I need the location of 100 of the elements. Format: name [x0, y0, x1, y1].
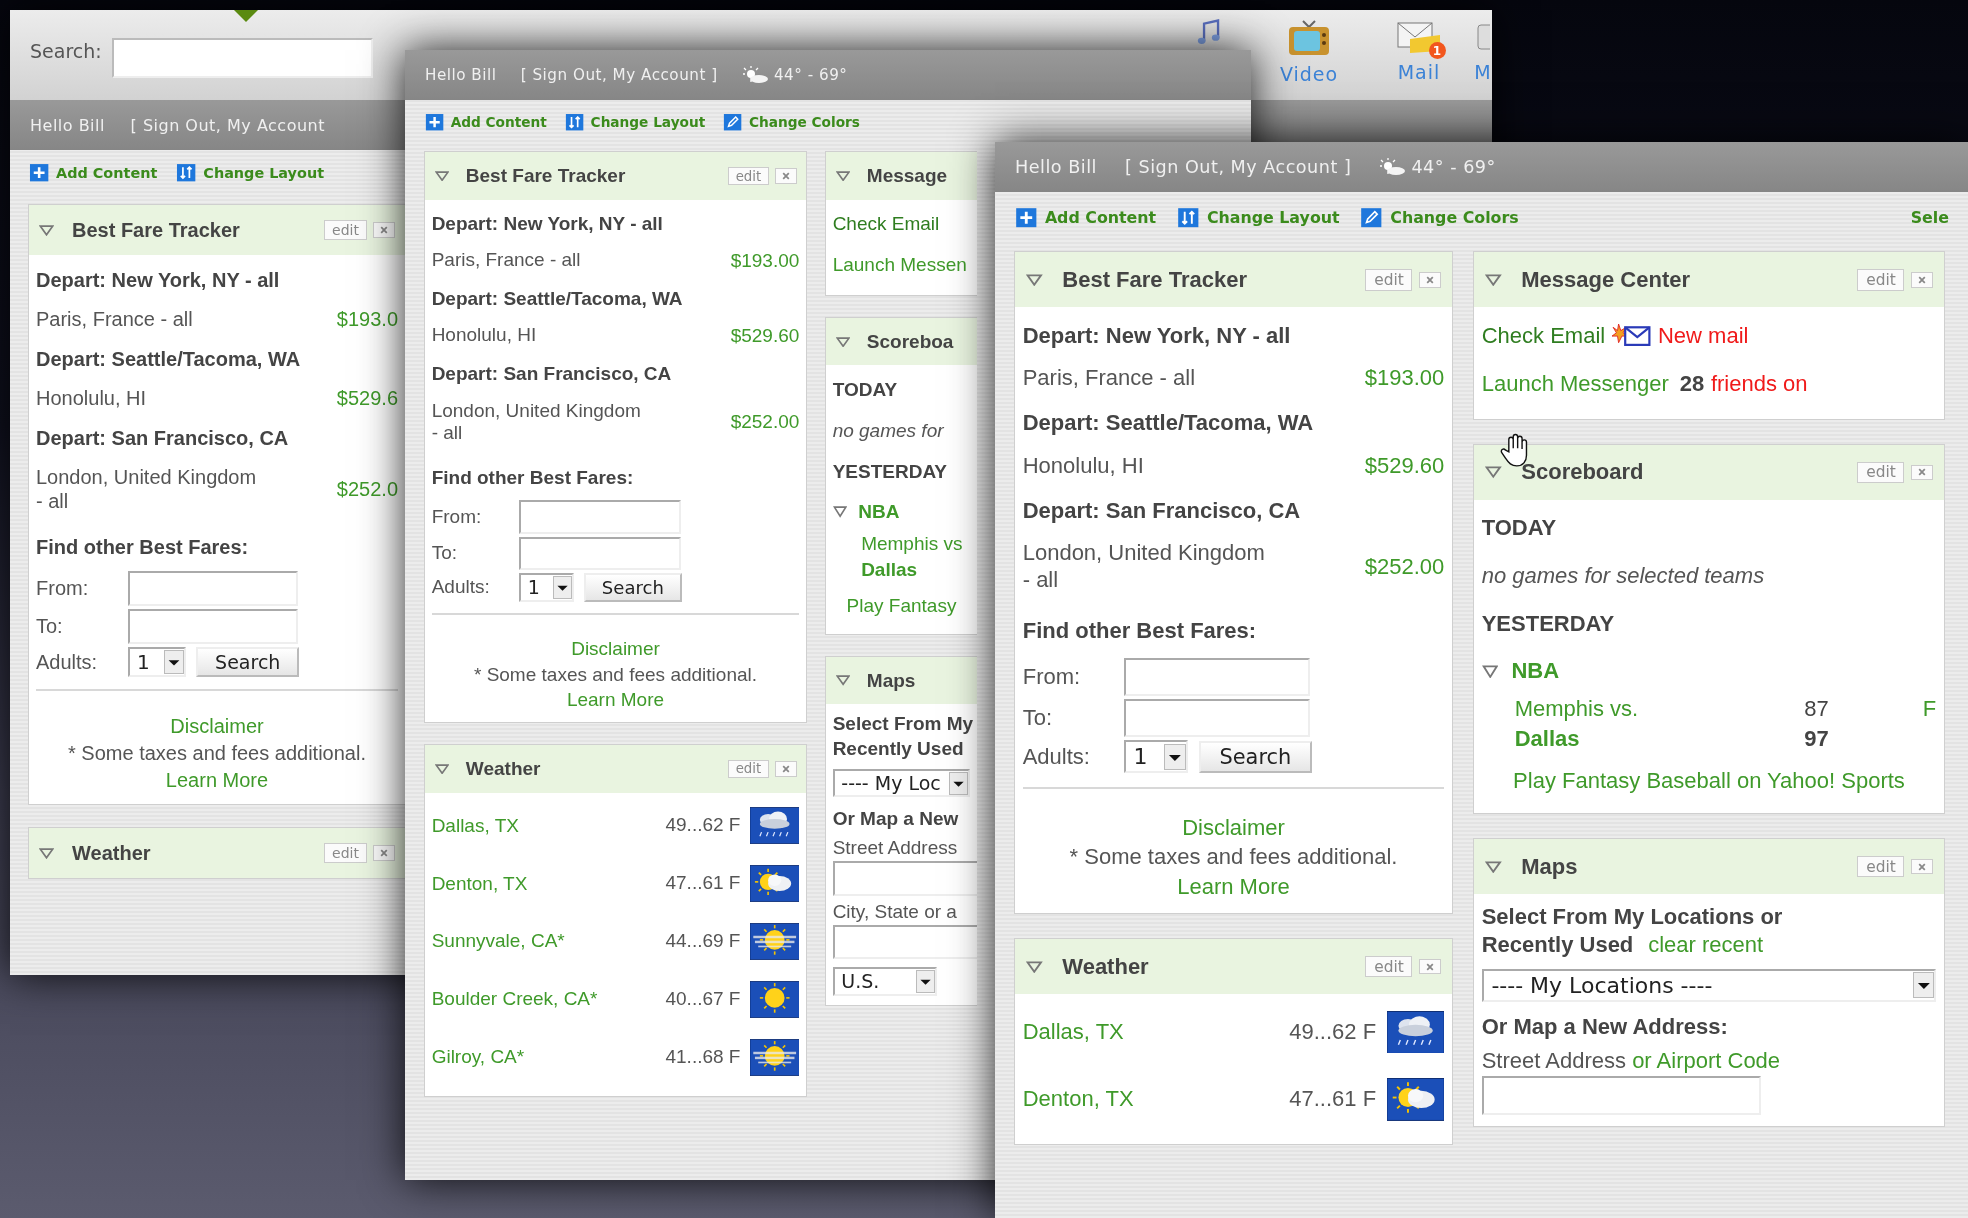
search-field[interactable] — [111, 38, 373, 78]
league-name[interactable]: NBA — [1511, 658, 1560, 685]
destination-text: Honolulu, HI — [36, 386, 147, 410]
collapse-triangle-icon[interactable] — [1485, 273, 1502, 286]
team-name[interactable]: Memphis vs — [861, 531, 963, 557]
input-field[interactable] — [1123, 657, 1311, 696]
learn-more-link[interactable]: Learn More — [165, 769, 269, 791]
messenger-link[interactable]: Launch Messenger — [1481, 370, 1669, 397]
collapse-triangle-icon[interactable] — [39, 847, 54, 859]
input-field[interactable] — [128, 571, 298, 606]
sun-cloud-icon — [1387, 1077, 1445, 1121]
collapse-triangle-icon[interactable] — [39, 224, 54, 236]
team-name[interactable]: Dallas — [1514, 723, 1805, 754]
edit-button[interactable]: edit — [324, 220, 367, 240]
new-address-heading: Or Map a New — [832, 807, 959, 829]
close-button[interactable] — [1419, 958, 1441, 975]
collapse-triangle-icon[interactable] — [434, 763, 449, 775]
toolbar-link[interactable]: Change Layout — [563, 112, 706, 132]
search-button[interactable]: Search — [196, 647, 300, 677]
fantasy-promo-link[interactable]: Play Fantasy — [832, 582, 971, 625]
module-title: Best Fare Tracker — [72, 218, 241, 242]
league-name[interactable]: NBA — [858, 500, 900, 523]
toolbar-link[interactable]: Add Content — [424, 112, 547, 132]
close-button[interactable] — [1911, 464, 1933, 481]
city-link[interactable]: Denton, TX — [1022, 1085, 1279, 1113]
collapse-triangle-icon[interactable] — [1485, 466, 1502, 479]
close-button[interactable] — [1911, 858, 1933, 875]
toolbar-link[interactable]: Sele — [1910, 207, 1949, 227]
city-link[interactable]: Sunnyvale, CA* — [431, 929, 656, 954]
edit-button[interactable]: edit — [1365, 955, 1413, 978]
input-field[interactable] — [1123, 699, 1311, 738]
plus-icon — [28, 163, 51, 183]
team-name[interactable]: Dallas — [861, 557, 963, 583]
city-link[interactable]: Dallas, TX — [431, 813, 656, 838]
messenger-link[interactable]: Launch Messen — [832, 254, 967, 277]
collapse-triangle-icon[interactable] — [835, 170, 850, 182]
account-links[interactable]: [ Sign Out, My Account ] — [520, 66, 718, 84]
search-button[interactable]: Search — [1198, 740, 1313, 773]
search-button[interactable]: Search — [583, 573, 683, 602]
adults-select[interactable]: 1 — [519, 573, 575, 602]
edit-button[interactable]: edit — [728, 759, 769, 779]
toolbar-link[interactable]: Change Colors — [1359, 206, 1519, 228]
collapse-triangle-icon[interactable] — [835, 336, 850, 347]
edit-button[interactable]: edit — [728, 166, 769, 186]
fare-price: $252.00 — [1364, 553, 1445, 580]
address-field[interactable] — [1481, 1076, 1761, 1116]
country-select[interactable]: U.S. — [832, 967, 938, 996]
edit-button[interactable]: edit — [1365, 269, 1413, 291]
clear-recent-link[interactable]: clear recent — [1648, 932, 1764, 958]
nav-item[interactable]: M — [1474, 19, 1492, 83]
learn-more-link[interactable]: Learn More — [566, 689, 665, 711]
toolbar-link[interactable]: Change Layout — [175, 163, 324, 183]
nav-item[interactable]: 1 Mail — [1364, 19, 1474, 83]
locations-select[interactable]: ---- My Loc — [832, 768, 971, 798]
game-status: F — [1921, 695, 1937, 724]
close-button[interactable] — [373, 845, 395, 861]
close-button[interactable] — [1419, 272, 1441, 288]
input-field[interactable] — [128, 609, 298, 644]
close-button[interactable] — [774, 761, 797, 777]
collapse-triangle-icon[interactable] — [1026, 273, 1043, 286]
expanded-triangle-icon[interactable] — [1481, 664, 1499, 678]
edit-button[interactable]: edit — [1857, 269, 1905, 291]
locations-select[interactable]: ---- My Locations ---- — [1481, 968, 1937, 1002]
city-link[interactable]: Dallas, TX — [1022, 1018, 1279, 1046]
collapse-triangle-icon[interactable] — [1485, 860, 1502, 873]
disclaimer-link[interactable]: Disclaimer — [571, 637, 660, 659]
adults-select[interactable]: 1 — [1123, 740, 1188, 774]
city-link[interactable]: Denton, TX — [431, 871, 656, 896]
adults-select[interactable]: 1 — [128, 647, 186, 677]
collapse-triangle-icon[interactable] — [434, 170, 449, 182]
input-field[interactable] — [519, 500, 681, 534]
nav-item[interactable]: Video — [1254, 19, 1364, 85]
disclaimer-link[interactable]: Disclaimer — [170, 715, 264, 737]
close-button[interactable] — [1911, 272, 1933, 288]
account-links[interactable]: [ Sign Out, My Account ] — [1125, 157, 1352, 177]
expanded-triangle-icon[interactable] — [832, 506, 847, 518]
team-name[interactable]: Memphis vs. — [1514, 694, 1805, 724]
toolbar-link[interactable]: Change Layout — [1176, 206, 1340, 228]
toolbar-link[interactable]: Change Colors — [722, 112, 860, 132]
airport-code-link[interactable]: or Airport Code — [1632, 1048, 1781, 1074]
edit-button[interactable]: edit — [1857, 855, 1905, 878]
learn-more-link[interactable]: Learn More — [1177, 874, 1290, 900]
check-email-link[interactable]: Check Email — [1481, 322, 1606, 349]
disclaimer-link[interactable]: Disclaimer — [1182, 814, 1285, 840]
fantasy-promo-link[interactable]: Play Fantasy Baseball on Yahoo! Sports — [1481, 753, 1937, 802]
toolbar-link[interactable]: Add Content — [1014, 206, 1157, 228]
close-button[interactable] — [774, 168, 797, 184]
input-field[interactable] — [519, 536, 681, 571]
music-notes-icon — [1195, 19, 1223, 47]
check-email-link[interactable]: Check Email — [832, 213, 940, 236]
collapse-triangle-icon[interactable] — [835, 675, 850, 686]
city-link[interactable]: Boulder Creek, CA* — [431, 987, 656, 1012]
collapse-triangle-icon[interactable] — [1026, 960, 1043, 973]
close-button[interactable] — [373, 222, 395, 238]
edit-button[interactable]: edit — [1857, 461, 1905, 484]
toolbar-link[interactable]: Add Content — [28, 163, 158, 183]
day-heading: YESTERDAY — [1481, 610, 1616, 639]
city-link[interactable]: Gilroy, CA* — [431, 1045, 656, 1070]
account-links[interactable]: [ Sign Out, My Account — [130, 115, 325, 135]
edit-button[interactable]: edit — [324, 843, 367, 863]
